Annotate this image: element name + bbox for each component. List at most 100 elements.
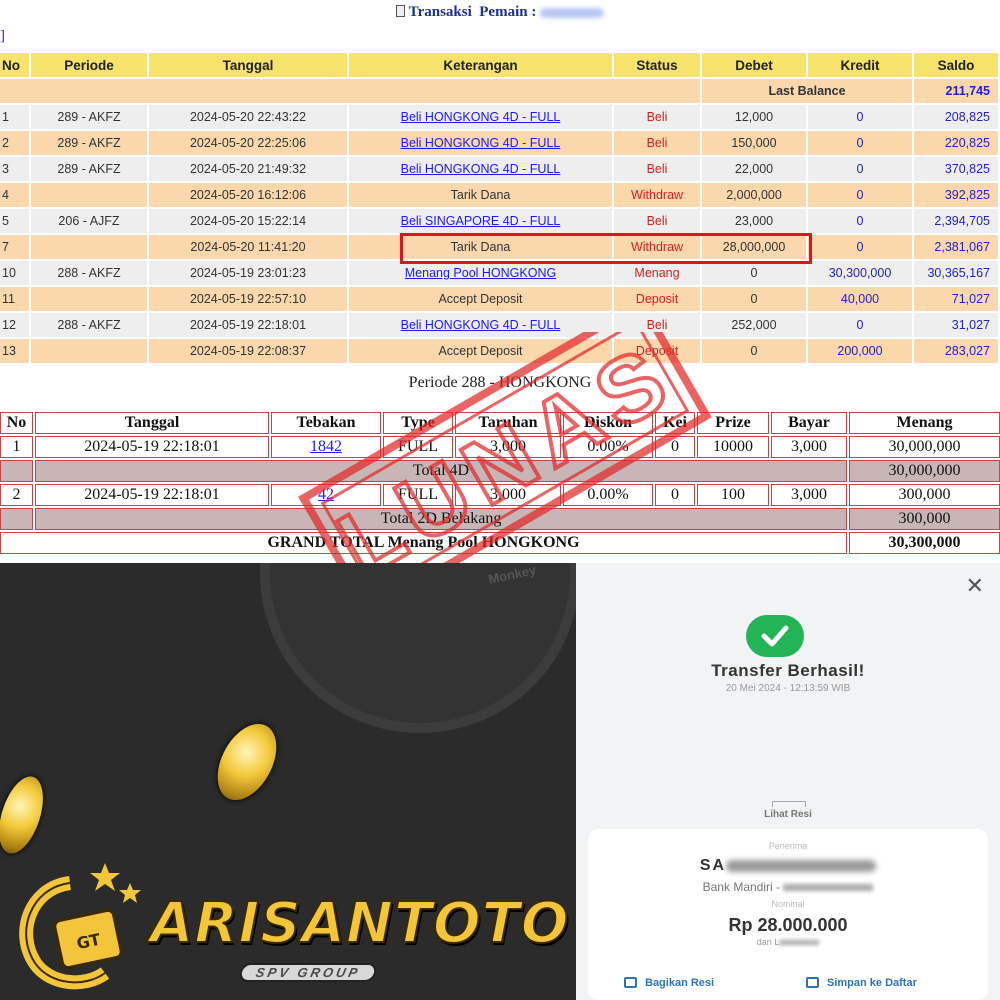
cell-kredit: 0 [808, 131, 912, 155]
cell-periode [31, 235, 147, 259]
cell-kredit: 40,000 [808, 287, 912, 311]
dcol-kei: Kei [655, 412, 695, 434]
total-4d-value: 30,000,000 [849, 460, 1000, 482]
cell-periode [31, 183, 147, 207]
cell-periode: 289 - AKFZ [31, 105, 147, 129]
cell-debet: 28,000,000 [702, 235, 806, 259]
col-debet: Debet [702, 53, 806, 77]
grand-total-label: GRAND TOTAL Menang Pool HONGKONG [0, 532, 847, 554]
cell-tanggal: 2024-05-19 22:18:01 [149, 313, 347, 337]
cell-debet: 0 [702, 261, 806, 285]
grand-total-row: GRAND TOTAL Menang Pool HONGKONG 30,300,… [0, 532, 1000, 554]
cell-debet: 0 [702, 287, 806, 311]
cell-tanggal: 2024-05-20 22:43:22 [149, 105, 347, 129]
cell-no: 11 [0, 287, 29, 311]
transfer-receipt: ✕ Transfer Berhasil! 20 Mei 2024 - 12:13… [576, 563, 1000, 1000]
total-4d-row: Total 4D 30,000,000 [0, 460, 1000, 482]
cell-periode [31, 339, 147, 363]
cell-no: 2 [0, 131, 29, 155]
cell-no: 3 [0, 157, 29, 181]
dcol-type: Type [383, 412, 453, 434]
lihat-resi-button[interactable]: Lihat Resi [576, 809, 1000, 820]
col-tanggal: Tanggal [149, 53, 347, 77]
cell-kredit: 0 [808, 235, 912, 259]
keterangan-link[interactable]: Beli HONGKONG 4D - FULL [401, 318, 561, 332]
recipient-name: SA [588, 857, 988, 875]
cell-saldo: 71,027 [914, 287, 998, 311]
table-row: 1 289 - AKFZ 2024-05-20 22:43:22 Beli HONGK… [0, 105, 998, 129]
close-icon[interactable]: ✕ [966, 573, 984, 599]
cell-status: Beli [614, 131, 700, 155]
cell-keterangan: Beli SINGAPORE 4D - FULL [349, 209, 612, 233]
total-2d-row: Total 2D Belakang 300,000 [0, 508, 1000, 530]
logo-text: ARISANTOTO [149, 890, 570, 957]
back-link[interactable]: ] [0, 28, 5, 45]
dcol-menang: Menang [849, 412, 1000, 434]
periode-detail-panel: Periode 288 - HONGKONG No Tanggal Tebaka… [0, 368, 1000, 563]
keterangan-link[interactable]: Beli HONGKONG 4D - FULL [401, 110, 561, 124]
cell-status: Beli [614, 313, 700, 337]
cell-status: Beli [614, 209, 700, 233]
nominal-label: Nominal [771, 899, 805, 909]
logo-subtitle: SPV GROUP [237, 963, 379, 982]
cell-debet: 12,000 [702, 105, 806, 129]
receipt-actions: Bagikan Resi Simpan ke Daftar [588, 973, 988, 999]
col-periode: Periode [31, 53, 147, 77]
cell-status: Deposit [614, 287, 700, 311]
success-check-icon [746, 615, 804, 657]
cell-periode: 288 - AKFZ [31, 261, 147, 285]
table-row: 10 288 - AKFZ 2024-05-19 23:01:23 Menang Po… [0, 261, 998, 285]
cell-tanggal: 2024-05-19 22:08:37 [149, 339, 347, 363]
col-saldo: Saldo [914, 53, 998, 77]
cell-no: 7 [0, 235, 29, 259]
last-balance-label: Last Balance [702, 79, 912, 103]
cell-debet: 2,000,000 [702, 183, 806, 207]
keterangan-link[interactable]: Beli SINGAPORE 4D - FULL [401, 214, 561, 228]
cell-keterangan: Beli HONGKONG 4D - FULL [349, 105, 612, 129]
table-header-row: No Periode Tanggal Keterangan Status Deb… [0, 53, 998, 77]
save-icon [806, 977, 819, 988]
cell-no: 10 [0, 261, 29, 285]
cell-saldo: 2,394,705 [914, 209, 998, 233]
recipient-bank: Bank Mandiri - [588, 880, 988, 894]
crown-icon: GT [19, 863, 141, 990]
share-receipt-button[interactable]: Bagikan Resi [624, 977, 714, 989]
dcol-diskon: Diskon [563, 412, 653, 434]
cell-periode [31, 287, 147, 311]
cell-status: Menang [614, 261, 700, 285]
transaction-panel: Transaksi Pemain : ] No Periode Tanggal … [0, 0, 1000, 368]
dcol-prize: Prize [697, 412, 769, 434]
tebakan-link[interactable]: 1842 [310, 438, 342, 455]
total-4d-label: Total 4D [35, 460, 847, 482]
cell-no: 12 [0, 313, 29, 337]
cell-tanggal: 2024-05-19 23:01:23 [149, 261, 347, 285]
receipt-card: Penerima SA Bank Mandiri - Nominal Rp 28… [588, 829, 988, 1000]
table-row: 7 2024-05-20 11:41:20 Tarik Dana Withdraw 28… [0, 235, 998, 259]
receipt-title: Transfer Berhasil! [711, 661, 865, 680]
share-icon [624, 977, 637, 988]
tebakan-link[interactable]: 42 [318, 486, 334, 503]
cell-periode: 289 - AKFZ [31, 157, 147, 181]
transfer-amount: Rp 28.000.000 [728, 915, 848, 935]
col-kredit: Kredit [808, 53, 912, 77]
page-title: Transaksi Pemain : [0, 4, 1000, 21]
keterangan-link[interactable]: Beli HONGKONG 4D - FULL [401, 136, 561, 150]
cell-debet: 23,000 [702, 209, 806, 233]
cell-saldo: 392,825 [914, 183, 998, 207]
cell-debet: 22,000 [702, 157, 806, 181]
cell-periode: 289 - AKFZ [31, 131, 147, 155]
col-no: No [0, 53, 29, 77]
cell-keterangan: Beli HONGKONG 4D - FULL [349, 157, 612, 181]
dcol-no: No [0, 412, 33, 434]
table-row: 11 2024-05-19 22:57:10 Accept Deposit Depos… [0, 287, 998, 311]
keterangan-link[interactable]: Menang Pool HONGKONG [405, 266, 556, 280]
save-to-list-button[interactable]: Simpan ke Daftar [806, 977, 917, 989]
redacted-sender [779, 940, 820, 946]
cell-periode: 288 - AKFZ [31, 313, 147, 337]
table-row: 13 2024-05-19 22:08:37 Accept Deposit Depos… [0, 339, 998, 363]
transaction-table: No Periode Tanggal Keterangan Status Deb… [0, 51, 1000, 365]
cell-saldo: 208,825 [914, 105, 998, 129]
keterangan-link[interactable]: Beli HONGKONG 4D - FULL [401, 162, 561, 176]
cell-status: Withdraw [614, 235, 700, 259]
cell-tanggal: 2024-05-20 16:12:06 [149, 183, 347, 207]
